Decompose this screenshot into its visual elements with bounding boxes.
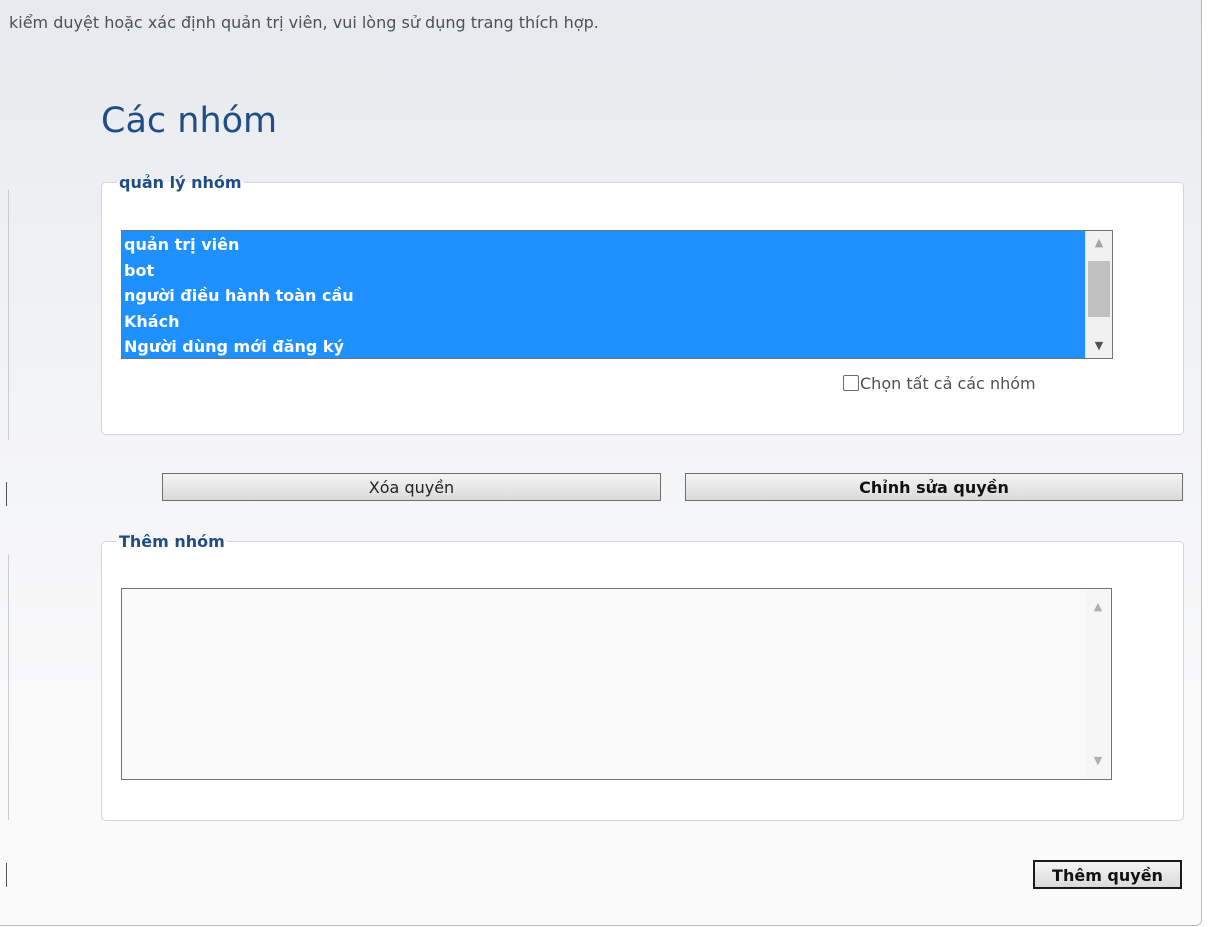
left-edge-divider [8,555,9,820]
edit-permissions-button[interactable]: Chỉnh sửa quyền [685,473,1183,501]
add-groups-textarea[interactable]: ▲ ▼ [121,588,1112,780]
left-edge-bracket [0,863,7,887]
listbox-option-bot[interactable]: bot [122,258,1112,284]
listbox-option-guest[interactable]: Khách [122,309,1112,335]
select-all-label: Chọn tất cả các nhóm [860,374,1036,393]
textarea-scrollbar[interactable]: ▲ ▼ [1085,589,1111,779]
listbox-option-newly-registered[interactable]: Người dùng mới đăng ký [122,334,1112,358]
scroll-down-arrow-icon[interactable]: ▼ [1086,336,1112,356]
left-edge-divider [8,190,9,440]
intro-text: kiểm duyệt hoặc xác định quản trị viên, … [9,13,599,32]
listbox-option-global-moderator[interactable]: người điều hành toàn cầu [122,283,1112,309]
groups-listbox[interactable]: quản trị viên bot người điều hành toàn c… [121,230,1113,359]
checkbox-icon[interactable] [843,375,859,391]
remove-permissions-button[interactable]: Xóa quyền [162,473,661,501]
scroll-down-arrow-icon[interactable]: ▼ [1085,751,1111,771]
scrollbar-thumb[interactable] [1088,261,1110,317]
select-all-groups-checkbox[interactable]: Chọn tất cả các nhóm [843,374,1036,393]
left-edge-bracket [0,482,7,506]
manage-groups-legend: quản lý nhóm [119,173,242,192]
scroll-up-arrow-icon[interactable]: ▲ [1085,597,1111,617]
page-title: Các nhóm [101,101,278,141]
add-groups-legend: Thêm nhóm [119,532,225,551]
scroll-up-arrow-icon[interactable]: ▲ [1086,233,1112,253]
add-permissions-button[interactable]: Thêm quyền [1033,860,1182,889]
content-panel: kiểm duyệt hoặc xác định quản trị viên, … [0,0,1202,926]
listbox-scrollbar[interactable]: ▲ ▼ [1085,231,1112,358]
listbox-option-admin[interactable]: quản trị viên [122,232,1112,258]
